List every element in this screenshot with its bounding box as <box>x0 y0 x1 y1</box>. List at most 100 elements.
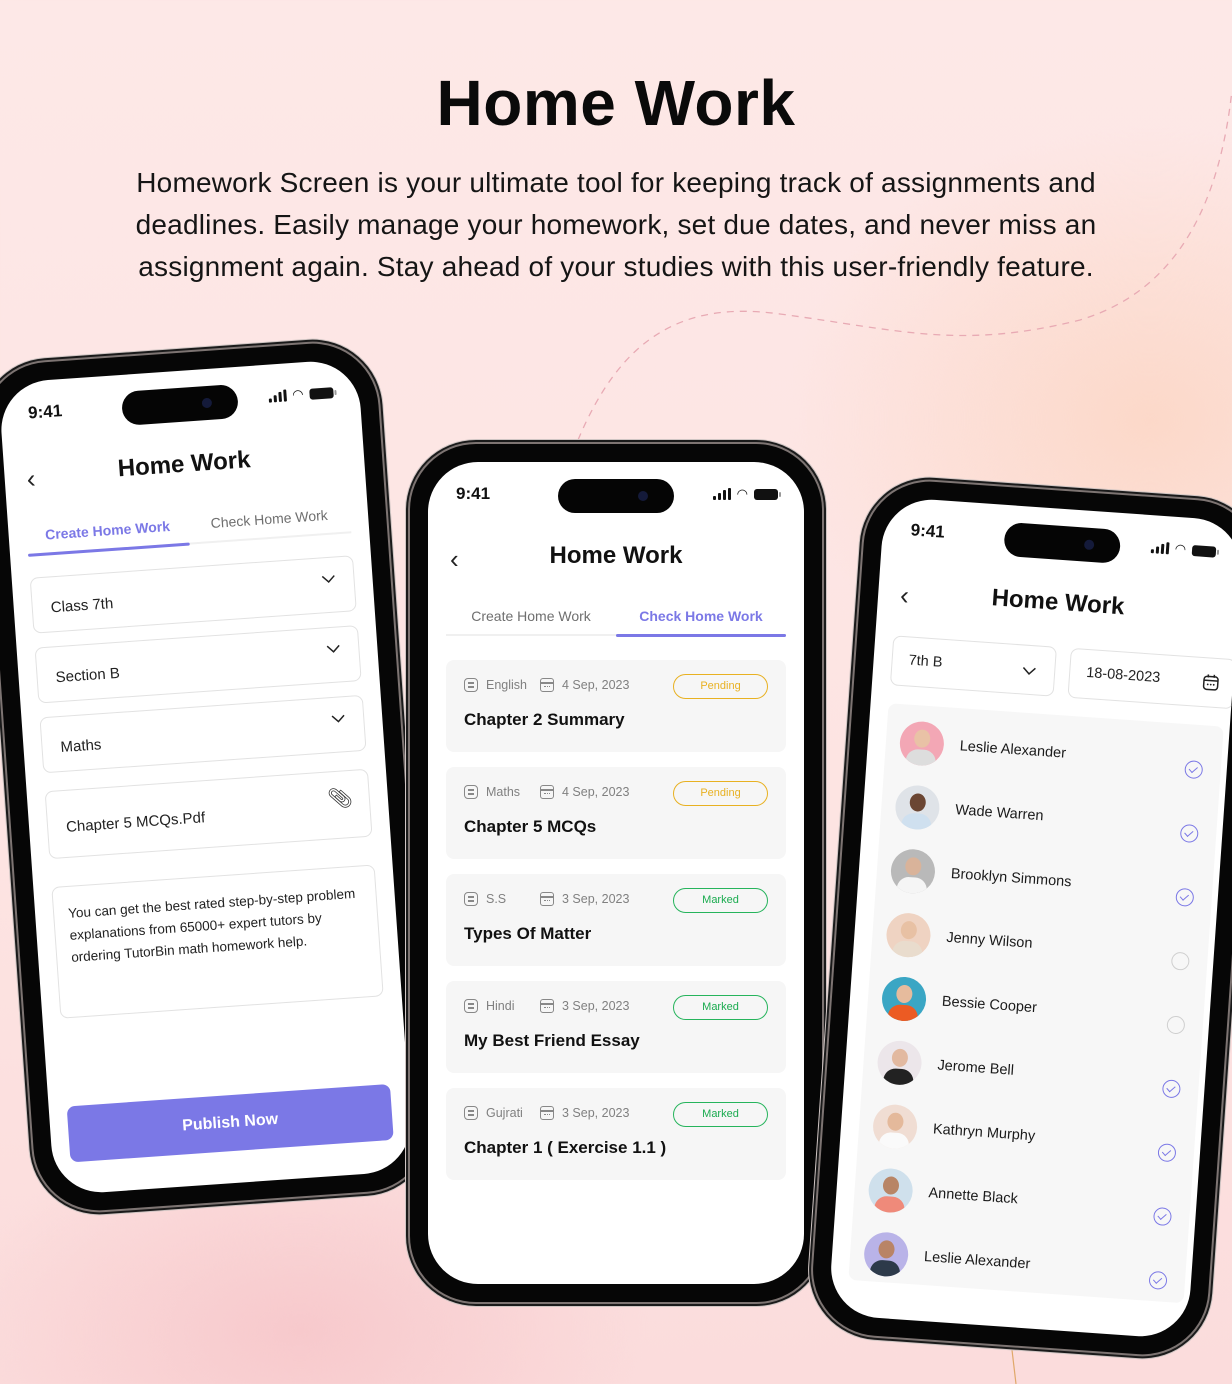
checked-circle-icon[interactable] <box>1148 1270 1168 1291</box>
avatar <box>867 1167 915 1215</box>
homework-meta: Hindi 3 Sep, 2023 <box>464 999 629 1013</box>
screen: 9:41 ◠ ‹ Home Work 7th B 18-08-2023 Lesl… <box>827 496 1232 1340</box>
unchecked-circle-icon[interactable] <box>1170 951 1190 971</box>
homework-meta: English 4 Sep, 2023 <box>464 678 629 692</box>
avatar <box>898 720 946 768</box>
tab-create-homework[interactable]: Create Home Work <box>446 600 616 634</box>
checked-circle-icon[interactable] <box>1152 1206 1173 1227</box>
tab-create-homework[interactable]: Create Home Work <box>26 509 190 554</box>
student-name: Kathryn Murphy <box>932 1121 1036 1145</box>
dynamic-island <box>558 479 674 513</box>
section-select-value: Section B <box>55 664 121 687</box>
wifi-icon: ◠ <box>291 386 305 403</box>
phone-create-homework: 9:41 ◠ ‹ Home Work Create Home Work Chec… <box>0 339 434 1215</box>
calendar-icon <box>540 999 554 1013</box>
chevron-down-icon <box>331 714 345 723</box>
avatar <box>862 1230 910 1278</box>
calendar-icon[interactable] <box>1201 673 1220 692</box>
tab-bar: Create Home Work Check Home Work <box>446 600 786 637</box>
homework-meta: Maths 4 Sep, 2023 <box>464 785 629 799</box>
homework-date: 4 Sep, 2023 <box>562 678 630 692</box>
homework-title: Chapter 2 Summary <box>464 710 625 729</box>
status-badge: Pending <box>673 674 768 699</box>
student-name: Bessie Cooper <box>941 993 1038 1017</box>
description-textarea[interactable]: You can get the best rated step-by-step … <box>51 864 384 1019</box>
avatar <box>893 783 941 831</box>
dynamic-island <box>120 383 240 426</box>
student-name: Leslie Alexander <box>959 738 1067 762</box>
class-section-value: 7th B <box>908 652 943 671</box>
homework-meta: Gujrati 3 Sep, 2023 <box>464 1106 629 1120</box>
homework-title: Chapter 1 ( Exercise 1.1 ) <box>464 1138 667 1157</box>
student-list: Leslie Alexander Wade Warren Brooklyn Si… <box>848 703 1224 1304</box>
phone-check-homework: 9:41 ◠ ‹ Home Work Create Home Work Chec… <box>410 444 822 1302</box>
status-icons: ◠ <box>268 384 334 405</box>
checked-circle-icon[interactable] <box>1157 1143 1177 1163</box>
homework-title: Chapter 5 MCQs <box>464 817 597 836</box>
status-badge: Marked <box>673 888 768 913</box>
screen-title: Home Work <box>549 542 683 569</box>
battery-icon <box>1191 544 1217 558</box>
avatar <box>876 1039 924 1087</box>
avatar <box>880 975 928 1023</box>
page-title: Home Work <box>436 67 796 139</box>
phone-student-checklist: 9:41 ◠ ‹ Home Work 7th B 18-08-2023 Lesl… <box>808 477 1232 1359</box>
screen: 9:41 ◠ ‹ Home Work Create Home Work Chec… <box>428 462 804 1284</box>
screen: 9:41 ◠ ‹ Home Work Create Home Work Chec… <box>0 358 414 1196</box>
homework-card[interactable]: Hindi 3 Sep, 2023 My Best Friend Essay M… <box>446 981 786 1073</box>
section-select[interactable]: Section B <box>34 625 362 704</box>
homework-meta: S.S 3 Sep, 2023 <box>464 892 629 906</box>
homework-date: 3 Sep, 2023 <box>562 999 630 1013</box>
calendar-icon <box>540 892 554 906</box>
checked-circle-icon[interactable] <box>1179 823 1199 844</box>
student-name: Brooklyn Simmons <box>950 865 1073 891</box>
subject-select-value: Maths <box>60 736 102 757</box>
subject-select[interactable]: Maths <box>39 694 367 774</box>
chevron-down-icon <box>321 575 335 584</box>
homework-subject: Hindi <box>486 999 515 1013</box>
subject-icon <box>464 785 478 799</box>
avatar <box>885 911 932 959</box>
homework-card[interactable]: S.S 3 Sep, 2023 Types Of Matter Marked <box>446 874 786 966</box>
signal-icon <box>268 389 287 403</box>
battery-icon <box>309 386 334 400</box>
paperclip-icon[interactable]: 📎︎ <box>327 785 354 812</box>
nav-bar: ‹ Home Work <box>877 568 1232 643</box>
status-icons: ◠ <box>712 486 781 502</box>
homework-card[interactable]: Maths 4 Sep, 2023 Chapter 5 MCQs Pending <box>446 767 786 859</box>
homework-card[interactable]: English 4 Sep, 2023 Chapter 2 Summary Pe… <box>446 660 786 752</box>
unchecked-circle-icon[interactable] <box>1166 1015 1186 1035</box>
student-name: Annette Black <box>927 1185 1019 1208</box>
signal-icon <box>712 488 731 500</box>
class-select[interactable]: Class 7th <box>29 555 357 634</box>
homework-title: Types Of Matter <box>464 924 592 943</box>
homework-card[interactable]: Gujrati 3 Sep, 2023 Chapter 1 ( Exercise… <box>446 1088 786 1180</box>
class-section-select[interactable]: 7th B <box>889 635 1057 697</box>
subject-icon <box>464 1106 478 1120</box>
date-value: 18-08-2023 <box>1085 664 1161 687</box>
attachment-filename: Chapter 5 MCQs.Pdf <box>65 809 206 836</box>
checked-circle-icon[interactable] <box>1184 760 1204 780</box>
status-badge: Marked <box>673 1102 768 1127</box>
attachment-field[interactable]: Chapter 5 MCQs.Pdf 📎︎ <box>44 768 373 860</box>
publish-now-button[interactable]: Publish Now <box>66 1083 394 1163</box>
homework-subject: English <box>486 678 527 692</box>
homework-date: 4 Sep, 2023 <box>562 785 630 799</box>
calendar-icon <box>540 678 554 692</box>
tab-check-homework[interactable]: Check Home Work <box>616 600 786 637</box>
avatar <box>889 847 937 895</box>
tab-bar: Create Home Work Check Home Work <box>25 497 352 556</box>
calendar-icon <box>540 1106 554 1120</box>
screen-title: Home Work <box>116 446 252 483</box>
homework-subject: Maths <box>486 785 521 799</box>
tab-check-homework[interactable]: Check Home Work <box>187 497 351 542</box>
class-select-value: Class 7th <box>50 595 114 617</box>
homework-subject: Gujrati <box>486 1106 523 1120</box>
checked-circle-icon[interactable] <box>1161 1079 1182 1099</box>
date-picker[interactable]: 18-08-2023 <box>1067 647 1232 710</box>
homework-list: English 4 Sep, 2023 Chapter 2 Summary Pe… <box>446 660 786 1195</box>
dynamic-island <box>1003 521 1122 564</box>
checked-circle-icon[interactable] <box>1175 887 1195 907</box>
status-time: 9:41 <box>910 520 946 542</box>
page-description: Homework Screen is your ultimate tool fo… <box>135 167 1097 282</box>
